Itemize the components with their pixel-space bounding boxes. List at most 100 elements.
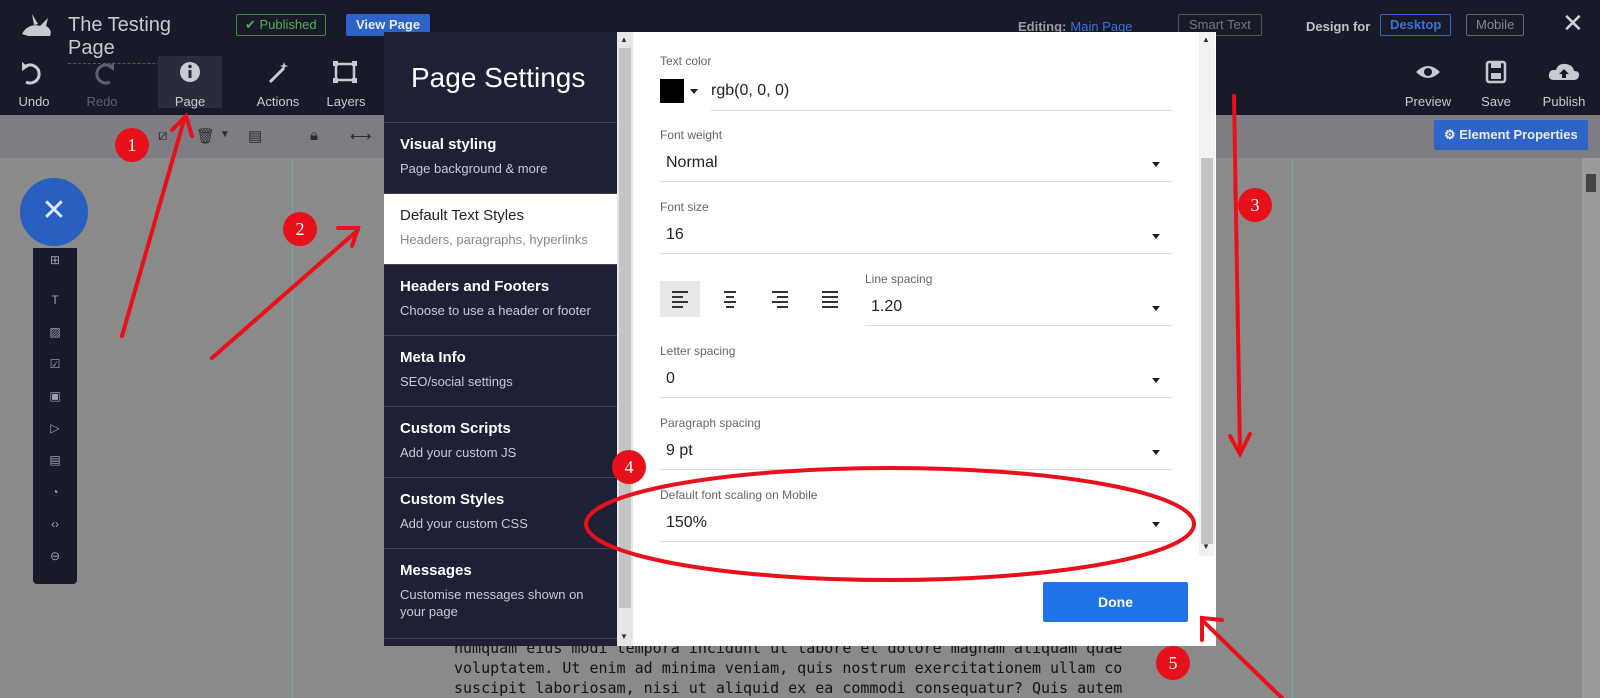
floppy-disk-icon xyxy=(1485,60,1507,84)
nav-item-title: Messages xyxy=(400,562,472,579)
publish-button[interactable]: Publish xyxy=(1532,60,1596,109)
text-color-swatch[interactable] xyxy=(660,79,684,103)
nav-item-title: Visual styling xyxy=(400,136,497,153)
done-button[interactable]: Done xyxy=(1043,582,1188,622)
cloud-upload-icon xyxy=(1548,63,1580,80)
nav-item-custom-styles[interactable]: Custom Styles Add your custom CSS xyxy=(384,478,617,549)
widget-divider-icon[interactable]: ⊖ xyxy=(47,548,63,564)
font-size-select[interactable]: 16 xyxy=(660,218,1172,254)
mobile-font-scaling-value: 150% xyxy=(666,514,707,531)
annotation-number: 5 xyxy=(1156,646,1190,680)
nav-item-desc: SEO/social settings xyxy=(400,374,513,389)
width-arrows-icon[interactable]: ⟷ xyxy=(350,127,372,145)
preview-label: Preview xyxy=(1404,94,1452,109)
close-editor-icon[interactable]: ✕ xyxy=(1562,10,1584,36)
scroll-down-arrow-icon[interactable]: ▼ xyxy=(1202,542,1210,551)
page-settings-body: Text color rgb(0, 0, 0) Font weight Norm… xyxy=(633,32,1216,646)
desktop-toggle[interactable]: Desktop xyxy=(1380,14,1452,36)
nav-item-headers-footers[interactable]: Headers and Footers Choose to use a head… xyxy=(384,265,617,336)
widget-image-icon[interactable]: ▨ xyxy=(47,324,63,340)
text-color-input[interactable]: rgb(0, 0, 0) xyxy=(711,79,1172,111)
align-right-icon[interactable] xyxy=(760,281,800,317)
close-widgets-fab[interactable]: ✕ xyxy=(20,178,88,246)
align-left-icon[interactable] xyxy=(660,281,700,317)
scroll-up-arrow-icon[interactable]: ▲ xyxy=(620,35,628,44)
align-justify-icon[interactable] xyxy=(810,281,850,317)
layers-button[interactable]: Layers xyxy=(314,60,378,109)
letter-spacing-value: 0 xyxy=(666,370,675,387)
line-spacing-label: Line spacing xyxy=(865,272,933,286)
chevron-down-icon xyxy=(1152,234,1160,239)
text-color-label: Text color xyxy=(660,54,712,68)
canvas-scroll-thumb[interactable] xyxy=(1586,174,1596,192)
nav-item-meta-info[interactable]: Meta Info SEO/social settings xyxy=(384,336,617,407)
chevron-down-icon xyxy=(1152,522,1160,527)
settings-scroll-thumb[interactable] xyxy=(1201,158,1213,544)
nav-item-default-text-styles[interactable]: Default Text Styles Headers, paragraphs,… xyxy=(384,194,617,265)
nav-item-messages[interactable]: Messages Customise messages shown on you… xyxy=(384,549,617,639)
mobile-font-scaling-select[interactable]: 150% xyxy=(660,506,1172,542)
canvas-scrollbar[interactable] xyxy=(1582,158,1600,698)
trash-icon[interactable]: 🗑︎ xyxy=(196,127,215,145)
nav-item-custom-scripts[interactable]: Custom Scripts Add your custom JS xyxy=(384,407,617,478)
align-center-icon[interactable] xyxy=(710,281,750,317)
undo-icon xyxy=(22,62,41,85)
save-label: Save xyxy=(1481,94,1511,109)
settings-scrollbar[interactable]: ▲ ▼ xyxy=(1199,32,1215,556)
widget-timer-icon[interactable]: ◔ xyxy=(47,484,63,500)
font-weight-select[interactable]: Normal xyxy=(660,146,1172,182)
annotation-number: 1 xyxy=(115,128,149,162)
element-properties-button[interactable]: ⚙ Element Properties xyxy=(1434,120,1588,150)
widget-text-icon[interactable]: T xyxy=(47,292,63,308)
widget-checkbox-icon[interactable]: ☑ xyxy=(47,356,63,372)
font-size-value: 16 xyxy=(666,226,684,243)
annotation-number: 3 xyxy=(1238,188,1272,222)
modal-title: Page Settings xyxy=(384,32,617,123)
line-spacing-select[interactable]: 1.20 xyxy=(865,290,1172,326)
scroll-down-arrow-icon[interactable]: ▼ xyxy=(620,632,628,641)
rabbit-logo-icon xyxy=(22,14,51,36)
page-settings-nav: Page Settings Visual styling Page backgr… xyxy=(384,32,617,646)
scroll-up-arrow-icon[interactable]: ▲ xyxy=(1202,35,1210,44)
undo-label: Undo xyxy=(18,94,50,109)
lock-icon[interactable]: 🔒︎ xyxy=(310,127,318,144)
paragraph-spacing-label: Paragraph spacing xyxy=(660,416,761,430)
undo-button[interactable]: Undo xyxy=(2,60,66,109)
nav-item-title: Custom Styles xyxy=(400,491,505,508)
stack-icon[interactable]: ▤ xyxy=(248,127,262,145)
widget-video-icon[interactable]: ▷ xyxy=(47,420,63,436)
page-paragraph[interactable]: numquam eius modi tempora incidunt ut la… xyxy=(454,638,1124,698)
nav-item-visual-styling[interactable]: Visual styling Page background & more xyxy=(384,123,617,194)
widget-box-icon[interactable]: ▣ xyxy=(47,388,63,404)
letter-spacing-select[interactable]: 0 xyxy=(660,362,1172,398)
widget-gift-icon[interactable]: ⊞ xyxy=(47,252,63,268)
color-dropdown-caret-icon[interactable] xyxy=(690,89,698,94)
preview-button[interactable]: Preview xyxy=(1396,60,1460,109)
paragraph-spacing-select[interactable]: 9 pt xyxy=(660,434,1172,470)
mobile-toggle[interactable]: Mobile xyxy=(1466,14,1525,36)
hide-icon[interactable]: ⧄ xyxy=(158,127,168,144)
line-spacing-value: 1.20 xyxy=(871,298,903,315)
font-size-label: Font size xyxy=(660,200,709,214)
redo-button[interactable]: Redo xyxy=(70,60,134,109)
chevron-down-icon xyxy=(1152,450,1160,455)
actions-button[interactable]: Actions xyxy=(246,60,310,109)
nav-item-desc: Page background & more xyxy=(400,161,548,176)
nav-scrollbar[interactable]: ▲ ▼ xyxy=(617,32,633,646)
page-button[interactable]: Page xyxy=(158,56,222,109)
font-weight-label: Font weight xyxy=(660,128,723,142)
publish-label: Publish xyxy=(1542,94,1586,109)
widget-code-icon[interactable]: ‹› xyxy=(47,516,63,532)
magic-wand-icon xyxy=(268,62,288,84)
save-button[interactable]: Save xyxy=(1464,60,1528,109)
paragraph-line: suscipit laboriosam, nisi ut aliquid ex … xyxy=(454,679,1124,697)
paragraph-spacing-value: 9 pt xyxy=(666,442,693,459)
layers-icon xyxy=(333,61,357,83)
mobile-font-scaling-label: Default font scaling on Mobile xyxy=(660,488,818,502)
trash-dropdown-icon[interactable]: ▼ xyxy=(220,129,230,140)
design-for-label: Design for xyxy=(1306,19,1371,34)
nav-item-title: Headers and Footers xyxy=(400,278,550,295)
nav-scroll-thumb[interactable] xyxy=(619,48,631,608)
widget-form-icon[interactable]: ▤ xyxy=(47,452,63,468)
nav-item-title: Meta Info xyxy=(400,349,466,366)
